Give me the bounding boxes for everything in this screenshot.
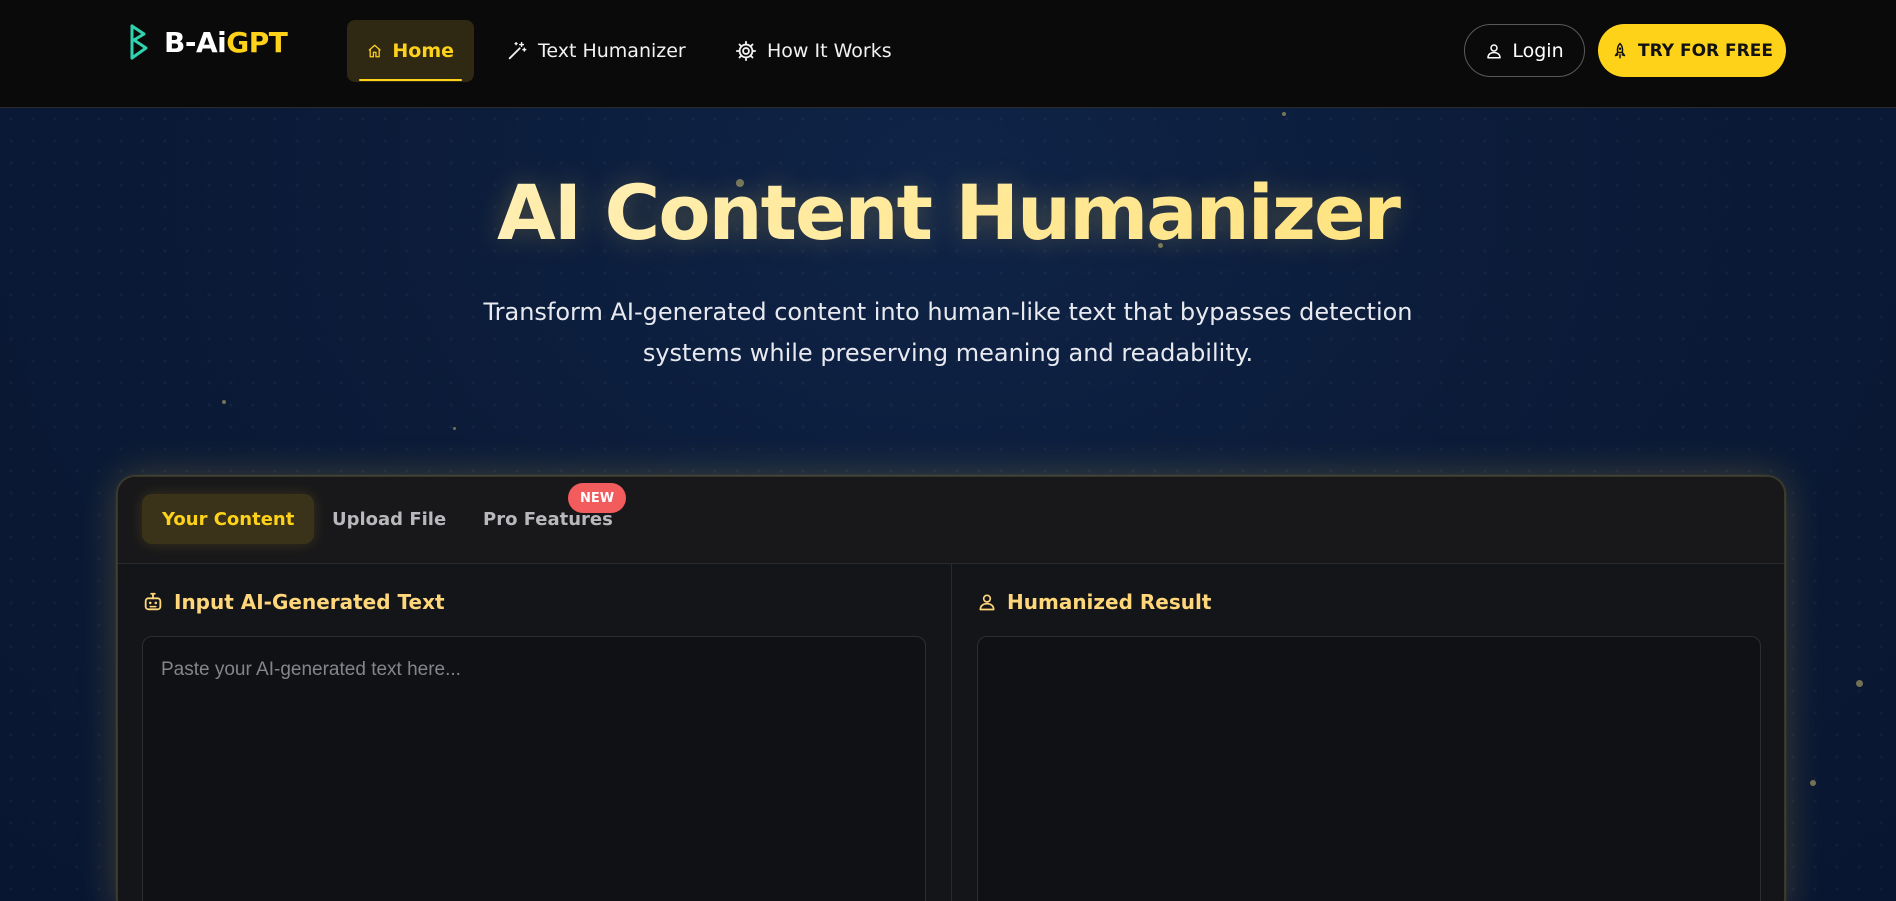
sparkle-dot [222,400,226,404]
tab-your-content[interactable]: Your Content [142,494,315,544]
nav-text-humanizer-label: Text Humanizer [538,40,686,62]
input-column: Input AI-Generated Text [118,564,952,901]
magic-wand-icon [508,42,527,60]
sparkle-dot [1856,680,1863,687]
login-button[interactable]: Login [1464,24,1585,77]
result-heading-label: Humanized Result [1007,590,1212,614]
input-heading: Input AI-Generated Text [142,590,445,614]
login-label: Login [1512,39,1564,62]
new-badge: NEW [568,483,627,513]
nav-text-humanizer[interactable]: Text Humanizer [486,20,706,82]
subtitle-line-2: systems while preserving meaning and rea… [642,339,1254,367]
sparkle-dot [1282,112,1286,116]
home-icon [368,44,381,58]
brand-name: B-AiGPT [164,25,288,59]
top-navbar: B-AiGPT Home Text Humanizer How It Works… [0,0,1896,108]
input-heading-label: Input AI-Generated Text [174,590,445,614]
subtitle-line-1: Transform AI-generated content into huma… [483,298,1413,326]
nav-home[interactable]: Home [347,20,474,82]
robot-icon [144,592,162,611]
try-for-free-button[interactable]: TRY FOR FREE [1598,24,1786,77]
user-icon [1487,43,1502,58]
nav-how-it-works-label: How It Works [767,40,892,62]
sparkle-dot [1810,780,1816,786]
page-title: AI Content Humanizer [0,168,1896,257]
panel-tabs: Your Content Upload File Pro Features NE… [118,477,1784,564]
nav-home-label: Home [392,40,454,62]
sparkle-dot [453,427,456,430]
humanized-result-output[interactable] [977,636,1761,901]
ai-text-input[interactable] [142,636,926,901]
result-heading: Humanized Result [977,590,1211,614]
try-for-free-label: TRY FOR FREE [1638,40,1773,61]
gear-icon [735,40,757,62]
humanizer-panel: Your Content Upload File Pro Features NE… [117,476,1785,901]
nav-how-it-works[interactable]: How It Works [715,20,912,82]
b-logo-icon [130,24,148,60]
user-icon [979,594,995,611]
rocket-icon [1614,42,1626,58]
brand-logo[interactable]: B-AiGPT [126,20,288,64]
tab-upload-file[interactable]: Upload File [312,494,466,544]
result-column: Humanized Result [953,564,1784,901]
page-subtitle: Transform AI-generated content into huma… [448,292,1448,374]
